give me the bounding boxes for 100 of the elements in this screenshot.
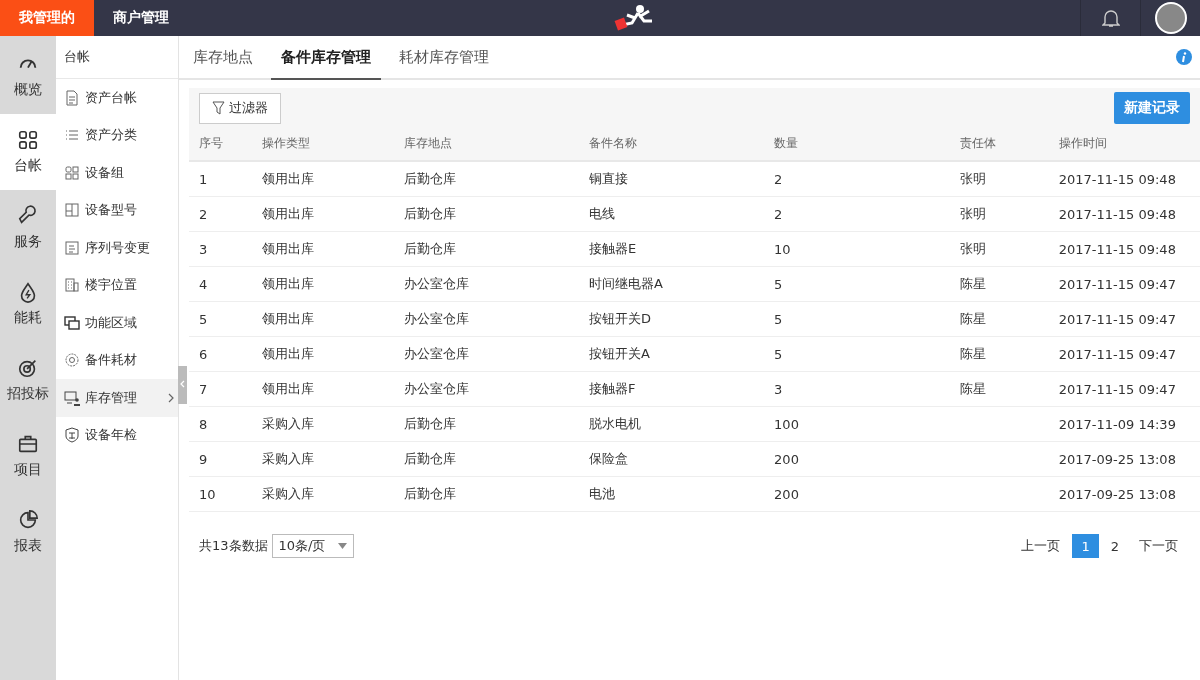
rail-nav-item[interactable]: 能耗 (0, 266, 56, 342)
previous-page-link[interactable]: 上一页 (1013, 534, 1069, 558)
top-nav-tab[interactable]: 商户管理 (94, 0, 188, 36)
sidebar-item[interactable]: 库存管理 (56, 379, 178, 417)
rail-nav-item[interactable]: 服务 (0, 190, 56, 266)
table-cell: 后勤仓库 (393, 476, 579, 512)
sidebar-item[interactable]: 设备年检 (56, 416, 178, 454)
table-cell: 2017-09-25 13:08 (1048, 441, 1200, 477)
table-cell: 2017-11-15 09:48 (1048, 196, 1200, 232)
sidebar-item[interactable]: 序列号变更 (56, 229, 178, 267)
rail-nav-item[interactable]: 概览 (0, 38, 56, 114)
layout-icon (64, 202, 80, 219)
table-cell: 采购入库 (251, 406, 394, 442)
table-cell: 张明 (950, 196, 1049, 232)
column-header: 序号 (189, 127, 252, 161)
rail-nav-item[interactable]: 项目 (0, 418, 56, 494)
document-icon (64, 239, 80, 256)
sidebar-title: 台帐 (56, 36, 178, 79)
table-cell: 后勤仓库 (393, 161, 579, 197)
table-cell: 张明 (950, 161, 1049, 197)
filter-button[interactable]: 过滤器 (199, 92, 281, 124)
table-cell: 100 (764, 406, 951, 442)
table-cell: 陈星 (950, 266, 1049, 302)
table-cell: 8 (189, 406, 252, 442)
table-cell: 领用出库 (251, 371, 394, 407)
table-cell: 办公室仓库 (393, 336, 579, 372)
sidebar-item[interactable]: 资产分类 (56, 116, 178, 154)
column-header: 数量 (764, 127, 951, 161)
caret-icon (337, 543, 347, 549)
table-cell: 后勤仓库 (393, 406, 579, 442)
table-cell: 领用出库 (251, 266, 394, 302)
table-cell: 接触器E (578, 231, 765, 267)
table-cell: 陈星 (950, 301, 1049, 337)
table-cell: 领用出库 (251, 196, 394, 232)
table-cell: 领用出库 (251, 301, 394, 337)
table-cell: 3 (764, 371, 951, 407)
rail-nav-item[interactable]: 招投标 (0, 342, 56, 418)
target-icon (17, 357, 39, 379)
total-count: 共13条数据 (199, 537, 268, 555)
collapse-handle[interactable] (178, 366, 187, 404)
page-size-dropdown[interactable]: 10条/页 (271, 534, 354, 558)
table-cell: 办公室仓库 (393, 371, 579, 407)
building-icon (64, 277, 80, 294)
table-cell: 2017-11-15 09:48 (1048, 231, 1200, 267)
table-cell: 领用出库 (251, 161, 394, 197)
rail-nav-item[interactable]: 报表 (0, 494, 56, 570)
briefcase-icon (17, 433, 39, 455)
tab[interactable]: 耗材库存管理 (389, 36, 499, 80)
table-cell: 2017-11-15 09:47 (1048, 371, 1200, 407)
shield-icon (64, 427, 80, 444)
table-cell: 领用出库 (251, 231, 394, 267)
table-cell: 铜直接 (578, 161, 765, 197)
table-cell: 张明 (950, 231, 1049, 267)
sidebar-item[interactable]: 楼宇位置 (56, 266, 178, 304)
chevron-right-icon (168, 392, 174, 403)
table-cell: 3 (189, 231, 252, 267)
rail-nav-item[interactable]: 台帐 (0, 114, 56, 190)
table-cell: 2017-11-15 09:47 (1048, 266, 1200, 302)
table-cell: 陈星 (950, 371, 1049, 407)
filter-icon (212, 101, 225, 115)
table-cell: 10 (189, 476, 252, 512)
next-page-link[interactable]: 下一页 (1131, 534, 1186, 558)
sidebar-item[interactable]: 设备型号 (56, 191, 178, 229)
document-icon (64, 89, 80, 106)
table-cell: 4 (189, 266, 252, 302)
table-cell: 5 (764, 336, 951, 372)
table-cell: 电池 (578, 476, 765, 512)
info-icon[interactable] (1176, 49, 1192, 65)
table-cell: 电线 (578, 196, 765, 232)
table-cell: 200 (764, 476, 951, 512)
table-cell: 2 (764, 196, 951, 232)
tab[interactable]: 库存地点 (183, 36, 263, 80)
pie-icon (17, 509, 39, 531)
table-cell: 按钮开关A (578, 336, 765, 372)
table-cell: 后勤仓库 (393, 441, 579, 477)
table-cell: 后勤仓库 (393, 231, 579, 267)
sidebar-item[interactable]: 资产台帐 (56, 79, 178, 117)
sidebar-item[interactable]: 设备组 (56, 154, 178, 192)
column-header: 操作类型 (251, 127, 394, 161)
tab[interactable]: 备件库存管理 (271, 36, 381, 80)
column-header: 责任体 (950, 127, 1049, 161)
table-cell: 5 (764, 266, 951, 302)
table-cell: 领用出库 (251, 336, 394, 372)
sidebar-item[interactable]: 备件耗材 (56, 341, 178, 379)
table-cell: 保险盒 (578, 441, 765, 477)
grid-icon (17, 129, 39, 151)
table-cell: 2017-11-15 09:47 (1048, 301, 1200, 337)
table-cell: 7 (189, 371, 252, 407)
table-cell: 9 (189, 441, 252, 477)
table-cell: 2017-11-09 14:39 (1048, 406, 1200, 442)
sidebar-item[interactable]: 功能区域 (56, 304, 178, 342)
overlap-squares-icon (64, 314, 80, 331)
table-cell: 陈星 (950, 336, 1049, 372)
table-cell: 后勤仓库 (393, 196, 579, 232)
table-cell: 5 (764, 301, 951, 337)
column-header: 备件名称 (578, 127, 765, 161)
page-number[interactable]: 2 (1102, 534, 1127, 558)
table-cell: 5 (189, 301, 252, 337)
table-cell: 200 (764, 441, 951, 477)
table-cell: 1 (189, 161, 252, 197)
